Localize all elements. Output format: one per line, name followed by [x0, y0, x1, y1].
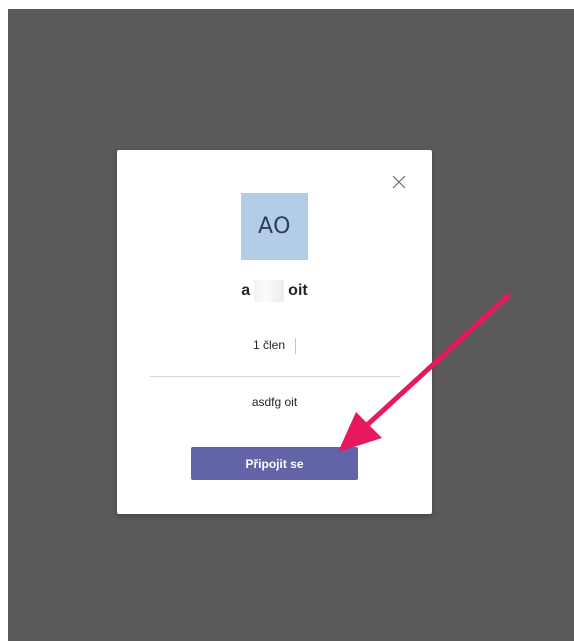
divider: [150, 376, 400, 377]
team-name-start: a: [241, 282, 251, 300]
team-join-dialog: AO a oit 1 člen asdfg oit Připojit se: [117, 150, 432, 514]
member-count-row: 1 člen: [117, 338, 432, 354]
close-button[interactable]: [387, 170, 411, 194]
text-cursor: [295, 338, 297, 354]
team-name: a oit: [117, 280, 432, 302]
team-avatar: AO: [241, 193, 308, 260]
join-button[interactable]: Připojit se: [191, 447, 358, 480]
avatar-initials: AO: [258, 214, 291, 239]
team-description: asdfg oit: [251, 395, 298, 409]
redacted-area: [254, 280, 285, 302]
close-icon: [392, 175, 406, 189]
member-count: 1 člen: [252, 338, 286, 353]
team-name-end: oit: [288, 282, 308, 300]
